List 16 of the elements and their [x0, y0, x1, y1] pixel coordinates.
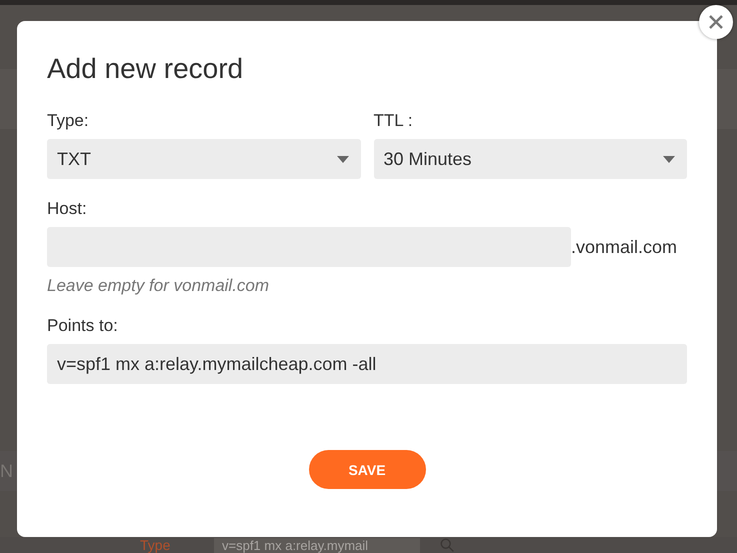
search-icon: [440, 538, 454, 552]
points-to-label: Points to:: [47, 316, 119, 336]
host-label: Host:: [47, 199, 88, 219]
background-label: Type: [140, 537, 172, 553]
host-hint: Leave empty for vonmail.com: [47, 276, 270, 296]
close-icon[interactable]: [699, 5, 733, 39]
ttl-select[interactable]: 30 Minutes: [374, 139, 687, 179]
ttl-label: TTL :: [374, 111, 414, 131]
caret-icon: [663, 156, 675, 162]
caret-icon: [336, 156, 348, 162]
background-field: v=spf1 mx a:relay.mymail: [214, 538, 420, 552]
domain-suffix: .vonmail.com: [571, 236, 678, 258]
type-label: Type:: [47, 111, 90, 131]
points-to-field[interactable]: v=spf1 mx a:relay.mymailcheap.com -all: [47, 344, 687, 384]
dialog-title: Add new record: [47, 53, 244, 85]
type-select[interactable]: TXT: [47, 139, 360, 179]
